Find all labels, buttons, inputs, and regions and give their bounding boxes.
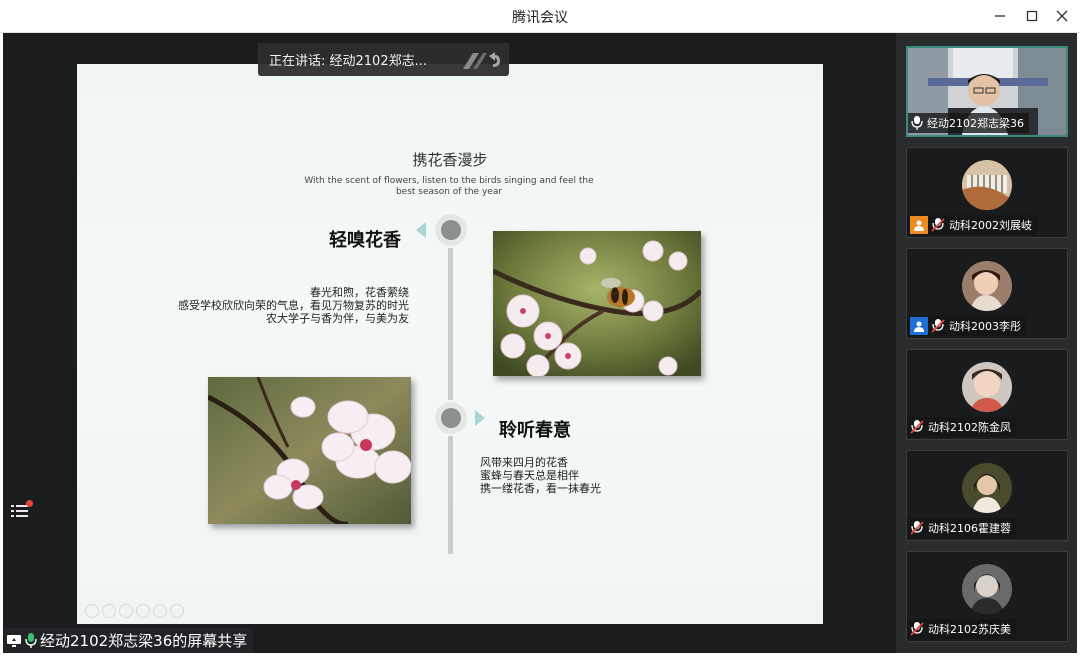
participant-tile-6[interactable]: 动科2102苏庆美 xyxy=(906,551,1068,642)
participant-name: 动科2003李彤 xyxy=(949,320,1021,333)
section1-line-1: 春光和煦，花香萦绕 xyxy=(310,286,409,299)
speaking-label: 正在讲话: 经动2102郑志... xyxy=(269,54,427,69)
mic-active-icon xyxy=(25,633,37,648)
mic-muted-icon[interactable] xyxy=(931,218,945,232)
speaking-indicator: 正在讲话: 经动2102郑志... xyxy=(258,43,509,76)
section2-line-1: 风带来四月的花香 xyxy=(480,456,568,469)
white-blossom-photo xyxy=(208,377,411,524)
avatar xyxy=(962,160,1012,210)
annotation-controls xyxy=(459,49,501,71)
avatar xyxy=(962,362,1012,412)
list-menu-button[interactable] xyxy=(11,500,33,522)
section2-line-3: 携一缕花香，看一抹春光 xyxy=(480,482,601,495)
section1-text: 春光和煦，花香萦绕 感受学校欣欣向荣的气息，看见万物复苏的时光 农大学子与香为伴… xyxy=(137,286,409,325)
section1-line-3: 农大学子与香为伴，与美为友 xyxy=(266,312,409,325)
slide-tool-icon[interactable] xyxy=(153,604,167,618)
participant-panel: 经动2102郑志梁36 动科2002刘展岐 动科2003李彤 动科2102陈金凤… xyxy=(896,33,1077,653)
slide-toolbar xyxy=(85,604,184,618)
participant-name: 经动2102郑志梁36 xyxy=(927,117,1024,130)
participant-name-tag: 动科2003李彤 xyxy=(907,316,1026,336)
participant-name: 动科2102苏庆美 xyxy=(928,623,1011,636)
slide-tool-icon[interactable] xyxy=(170,604,184,618)
notification-dot xyxy=(26,500,33,507)
section2-line-2: 蜜蜂与春天总是相伴 xyxy=(480,469,579,482)
arrow-left-icon xyxy=(416,222,426,238)
minimize-button[interactable] xyxy=(983,4,1017,28)
arrow-right-icon xyxy=(475,410,485,426)
participant-tile-5[interactable]: 动科2106霍建蓉 xyxy=(906,450,1068,541)
section1-heading: 轻嗅花香 xyxy=(329,230,401,251)
screen-share-bar: 经动2102郑志梁36的屏幕共享 xyxy=(3,628,254,653)
participant-name: 动科2106霍建蓉 xyxy=(928,522,1011,535)
participant-name-tag: 经动2102郑志梁36 xyxy=(908,113,1029,133)
mic-muted-icon[interactable] xyxy=(910,521,924,535)
mic-on-icon[interactable] xyxy=(911,116,923,130)
avatar xyxy=(962,564,1012,614)
shared-screen[interactable]: 携花香漫步 With the scent of flowers, listen … xyxy=(3,33,896,653)
avatar xyxy=(962,463,1012,513)
participant-tile-1[interactable]: 经动2102郑志梁36 xyxy=(906,46,1068,137)
participant-name-tag: 动科2102苏庆美 xyxy=(907,619,1016,639)
presentation-slide: 携花香漫步 With the scent of flowers, listen … xyxy=(77,64,823,624)
timeline-node-2 xyxy=(433,400,469,436)
screen-share-icon xyxy=(6,634,22,648)
section2-text: 风带来四月的花香 蜜蜂与春天总是相伴 携一缕花香，看一抹春光 xyxy=(480,425,680,495)
mic-muted-icon[interactable] xyxy=(931,319,945,333)
bee-blossom-photo xyxy=(493,231,701,376)
user-badge-icon xyxy=(910,216,928,234)
timeline-node-1 xyxy=(433,212,469,248)
participant-tile-3[interactable]: 动科2003李彤 xyxy=(906,248,1068,339)
slide-subtitle: With the scent of flowers, listen to the… xyxy=(304,176,594,197)
mic-muted-icon[interactable] xyxy=(910,420,924,434)
slide-tool-icon[interactable] xyxy=(119,604,133,618)
section1-line-2: 感受学校欣欣向荣的气息，看见万物复苏的时光 xyxy=(178,299,409,312)
mic-muted-icon[interactable] xyxy=(910,622,924,636)
participant-tile-2[interactable]: 动科2002刘展岐 xyxy=(906,147,1068,238)
pen-icon[interactable] xyxy=(459,49,501,71)
window-title: 腾讯会议 xyxy=(512,10,568,26)
title-bar: 腾讯会议 xyxy=(0,0,1080,33)
slide-tool-icon[interactable] xyxy=(85,604,99,618)
participant-name: 动科2102陈金凤 xyxy=(928,421,1011,434)
slide-tool-icon[interactable] xyxy=(136,604,150,618)
user-badge-icon xyxy=(910,317,928,335)
participant-tile-4[interactable]: 动科2102陈金凤 xyxy=(906,349,1068,440)
participant-name-tag: 动科2002刘展岐 xyxy=(907,215,1037,235)
slide-title: 携花香漫步 xyxy=(412,151,488,169)
participant-name: 动科2002刘展岐 xyxy=(949,219,1032,232)
maximize-button[interactable] xyxy=(1015,4,1049,28)
screen-share-label: 经动2102郑志梁36的屏幕共享 xyxy=(40,632,248,650)
participant-name-tag: 动科2102陈金凤 xyxy=(907,417,1016,437)
participant-name-tag: 动科2106霍建蓉 xyxy=(907,518,1016,538)
avatar xyxy=(962,261,1012,311)
timeline-line xyxy=(448,234,453,554)
slide-tool-icon[interactable] xyxy=(102,604,116,618)
close-button[interactable] xyxy=(1045,4,1079,28)
